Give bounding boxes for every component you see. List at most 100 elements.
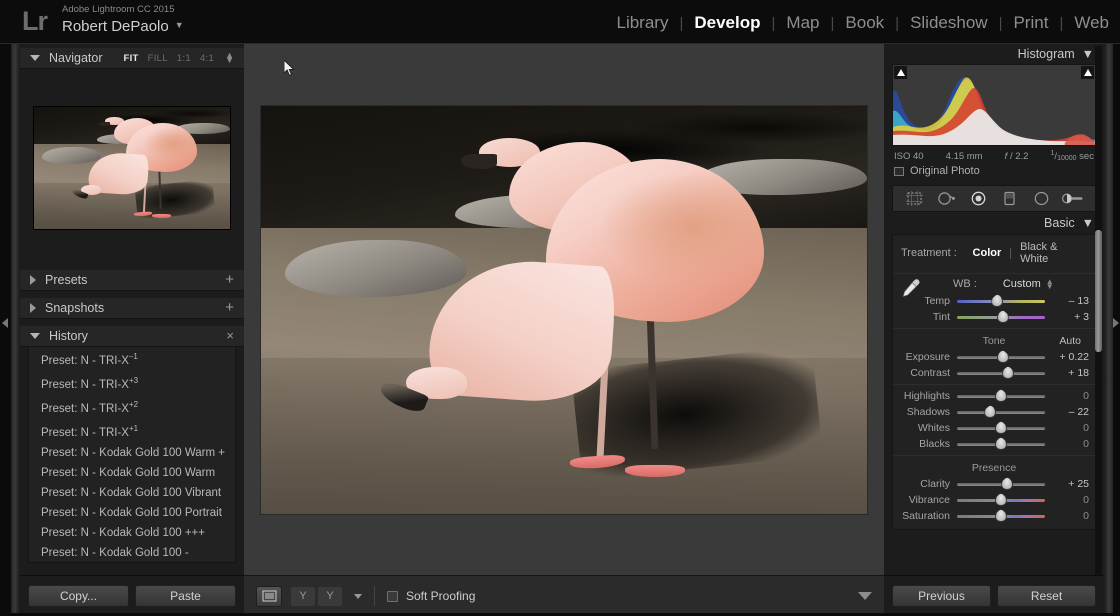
exposure-slider-knob[interactable] xyxy=(996,350,1009,363)
chevron-right-icon[interactable] xyxy=(1113,318,1119,328)
original-photo-checkbox[interactable] xyxy=(894,166,904,176)
toolbar-options-chevron-down-icon[interactable] xyxy=(858,592,872,600)
temp-slider-knob[interactable] xyxy=(991,294,1004,307)
module-book[interactable]: Book xyxy=(834,11,895,35)
eyedropper-icon[interactable] xyxy=(899,277,921,299)
add-preset-button[interactable]: + xyxy=(225,272,234,287)
copy-button[interactable]: Copy... xyxy=(28,585,129,607)
whites-slider-knob[interactable] xyxy=(995,421,1007,434)
auto-tone-button[interactable]: Auto xyxy=(1059,335,1081,347)
shadows-slider-knob[interactable] xyxy=(984,405,997,418)
reset-button[interactable]: Reset xyxy=(997,585,1096,607)
white-balance-value[interactable]: Custom xyxy=(1003,278,1041,290)
history-list[interactable]: Preset: N - TRI-X–1 Preset: N - TRI-X+3 … xyxy=(28,347,236,563)
exposure-slider[interactable] xyxy=(957,350,1045,364)
list-item[interactable]: Preset: N - Kodak Gold 100 - xyxy=(29,543,235,562)
chevron-down-icon[interactable] xyxy=(30,55,40,61)
shadows-slider[interactable] xyxy=(957,405,1045,419)
list-item[interactable]: Preset: N - Kodak Gold 100 Warm xyxy=(29,463,235,483)
histogram-graph[interactable] xyxy=(892,64,1096,146)
chevron-down-icon[interactable] xyxy=(30,333,40,339)
paste-button[interactable]: Paste xyxy=(135,585,236,607)
module-slideshow[interactable]: Slideshow xyxy=(899,11,999,35)
navigator-thumbnail[interactable] xyxy=(33,106,231,230)
add-snapshot-button[interactable]: + xyxy=(225,300,234,315)
right-panel-scrollbar-thumb[interactable] xyxy=(1095,230,1102,352)
saturation-slider[interactable] xyxy=(957,509,1045,523)
list-item[interactable]: Preset: N - TRI-X+3 xyxy=(29,371,235,395)
temp-slider[interactable] xyxy=(957,294,1045,308)
vibrance-slider-knob[interactable] xyxy=(995,493,1007,506)
clarity-slider-knob[interactable] xyxy=(1001,477,1014,490)
presets-header[interactable]: Presets + xyxy=(20,270,244,291)
vibrance-value[interactable]: 0 xyxy=(1045,494,1089,506)
temp-value[interactable]: – 13 xyxy=(1045,295,1089,307)
left-panel-collapse-strip[interactable] xyxy=(0,44,11,616)
blacks-value[interactable]: 0 xyxy=(1045,438,1089,450)
list-item[interactable]: Preset: N - Kodak Gold 100 Portrait xyxy=(29,503,235,523)
basic-panel-header[interactable]: Basic ▼ xyxy=(884,212,1104,234)
treatment-color-option[interactable]: Color xyxy=(964,247,1011,259)
clear-history-button[interactable]: × xyxy=(226,329,234,342)
radial-filter-icon[interactable] xyxy=(1030,190,1052,208)
exposure-value[interactable]: + 0.22 xyxy=(1045,351,1090,363)
highlights-slider[interactable] xyxy=(957,389,1045,403)
crop-overlay-icon[interactable] xyxy=(904,190,926,208)
loupe-view-button[interactable] xyxy=(256,585,282,607)
before-after-split-button[interactable]: Y xyxy=(317,585,343,607)
soft-proofing-checkbox[interactable] xyxy=(387,590,398,602)
previous-button[interactable]: Previous xyxy=(892,585,991,607)
right-panel-collapse-strip[interactable] xyxy=(1113,44,1120,616)
clarity-slider[interactable] xyxy=(957,477,1045,491)
clarity-value[interactable]: + 25 xyxy=(1045,478,1089,490)
list-item[interactable]: Preset: N - Kodak Gold 100 Warm + xyxy=(29,443,235,463)
contrast-value[interactable]: + 18 xyxy=(1045,367,1089,379)
chevron-right-icon[interactable] xyxy=(30,275,36,285)
zoom-mode-fill[interactable]: FILL xyxy=(148,53,168,64)
image-canvas[interactable] xyxy=(244,44,884,575)
chevron-down-icon[interactable] xyxy=(354,593,362,599)
zoom-mode-4-1[interactable]: 4:1 xyxy=(200,53,214,64)
list-item[interactable]: Preset: N - TRI-X+1 xyxy=(29,419,235,443)
histogram-header[interactable]: Histogram ▼ xyxy=(884,44,1104,64)
spot-removal-icon[interactable] xyxy=(935,190,957,208)
list-item[interactable]: Preset: N - TRI-X+2 xyxy=(29,395,235,419)
highlight-clipping-indicator[interactable] xyxy=(1081,66,1094,79)
shadows-value[interactable]: – 22 xyxy=(1045,406,1089,418)
tint-slider-knob[interactable] xyxy=(996,310,1009,323)
contrast-slider-knob[interactable] xyxy=(1002,366,1015,379)
saturation-value[interactable]: 0 xyxy=(1045,510,1089,522)
whites-value[interactable]: 0 xyxy=(1045,422,1089,434)
module-print[interactable]: Print xyxy=(1002,11,1059,35)
chevron-right-icon[interactable] xyxy=(30,303,36,313)
contrast-slider[interactable] xyxy=(957,366,1045,380)
module-web[interactable]: Web xyxy=(1063,11,1120,35)
graduated-filter-icon[interactable] xyxy=(999,190,1021,208)
zoom-mode-fit[interactable]: FIT xyxy=(123,53,138,64)
treatment-bw-option[interactable]: Black & White xyxy=(1011,241,1087,265)
zoom-mode-1-1[interactable]: 1:1 xyxy=(177,53,191,64)
chevron-down-icon[interactable]: ▼ xyxy=(1082,47,1094,61)
original-photo-row[interactable]: Original Photo xyxy=(884,164,1104,182)
red-eye-correction-icon[interactable] xyxy=(967,190,989,208)
main-photo[interactable] xyxy=(261,105,867,514)
snapshots-header[interactable]: Snapshots + xyxy=(20,298,244,319)
shadow-clipping-indicator[interactable] xyxy=(894,66,907,79)
list-item[interactable]: Preset: N - Kodak Gold 100 +++ xyxy=(29,523,235,543)
white-balance-stepper-icon[interactable]: ▲ ▼ xyxy=(1046,278,1054,291)
tint-slider[interactable] xyxy=(957,310,1045,324)
adjustment-brush-icon[interactable] xyxy=(1062,190,1084,208)
blacks-slider-knob[interactable] xyxy=(995,437,1007,450)
left-panel-resize-grip[interactable] xyxy=(11,44,20,616)
module-library[interactable]: Library xyxy=(606,11,680,35)
module-map[interactable]: Map xyxy=(775,11,830,35)
chevron-down-icon[interactable]: ▼ xyxy=(175,20,184,30)
list-item[interactable]: Preset: N - TRI-X–1 xyxy=(29,347,235,371)
history-header[interactable]: History × xyxy=(20,326,244,347)
tint-value[interactable]: + 3 xyxy=(1045,311,1089,323)
zoom-stepper-icon[interactable]: ▲ ▼ xyxy=(225,51,234,65)
before-after-left-right-button[interactable]: Y xyxy=(290,585,316,607)
blacks-slider[interactable] xyxy=(957,437,1045,451)
module-develop[interactable]: Develop xyxy=(683,11,771,35)
chevron-left-icon[interactable] xyxy=(2,318,8,328)
